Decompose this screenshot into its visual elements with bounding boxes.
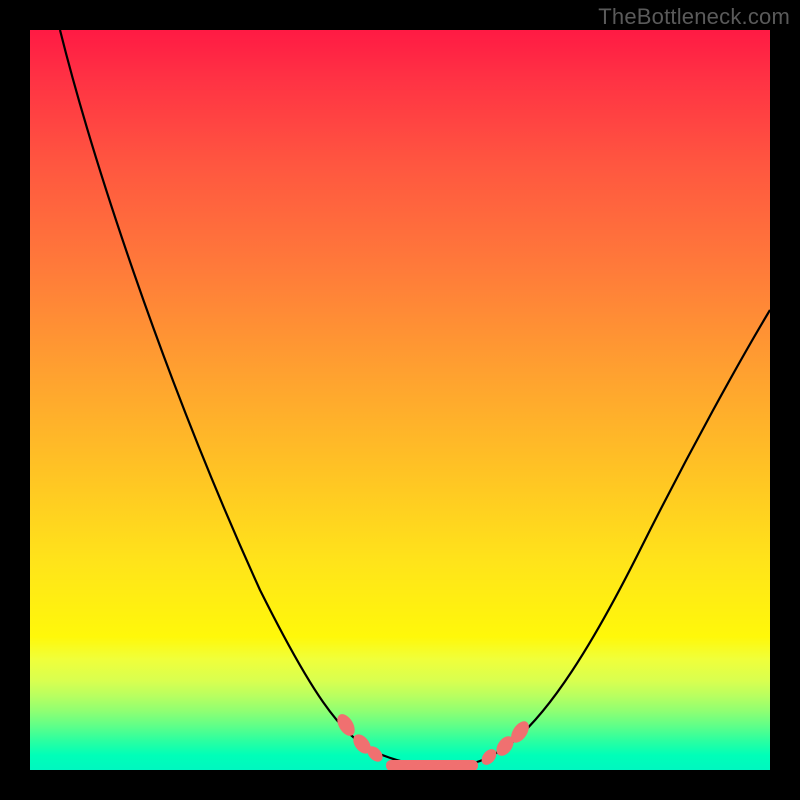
chart-svg (30, 30, 770, 770)
marker-left-1 (334, 711, 359, 739)
plot-area (30, 30, 770, 770)
chart-frame: TheBottleneck.com (0, 0, 800, 800)
bottleneck-curve (60, 30, 770, 767)
attribution-text: TheBottleneck.com (598, 4, 790, 30)
trough-bar (386, 760, 478, 770)
marker-right-1 (479, 746, 500, 768)
